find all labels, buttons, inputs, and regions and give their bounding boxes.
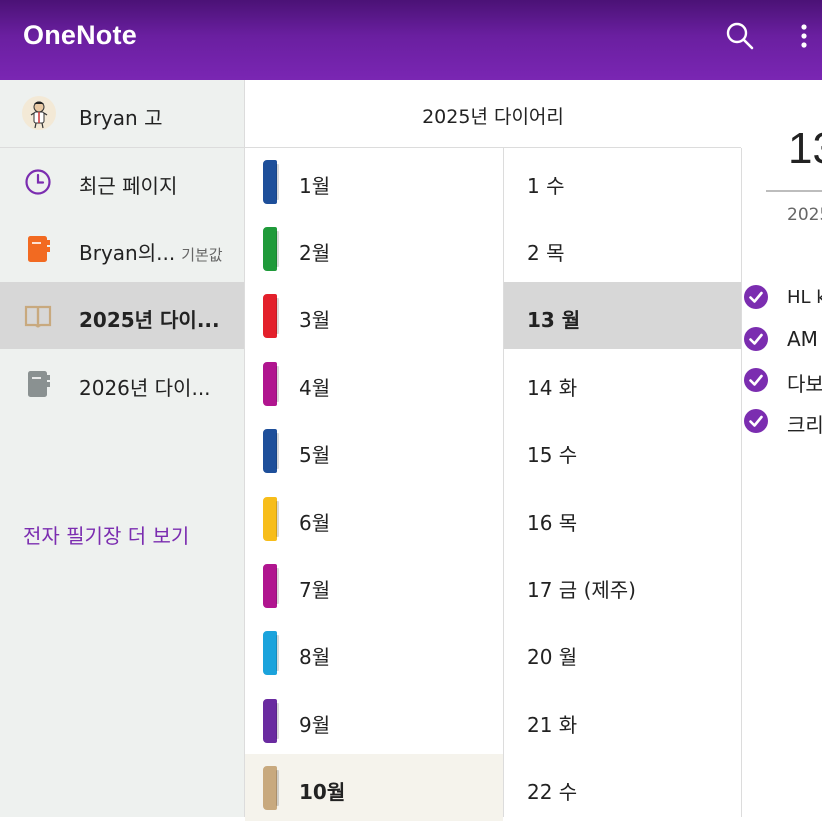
page-item[interactable]: 14 화 (504, 350, 741, 417)
page-item[interactable]: 1 수 (504, 148, 741, 215)
default-badge: 기본값 (181, 246, 223, 264)
section-item[interactable]: 1월 (245, 148, 503, 215)
nav-item-2025-diary[interactable]: 2025년 다이... (0, 282, 244, 349)
todo-item[interactable]: 크리 (742, 407, 822, 437)
page-item[interactable]: 21 화 (504, 687, 741, 754)
section-list: 1월 2월 3월 4월 5월 6월 7월 8월 9월 10월 (245, 148, 504, 821)
user-name: Bryan 고 (79, 106, 163, 130)
notebook-name: Bryan의... (79, 241, 176, 265)
section-label: 3월 (299, 308, 331, 332)
app-title: OneNote (23, 20, 137, 50)
nav-item-label: 최근 페이지 (79, 174, 178, 198)
section-item-selected[interactable]: 10월 (245, 754, 503, 821)
section-item[interactable]: 4월 (245, 350, 503, 417)
avatar (22, 96, 56, 130)
nav-item-bryan-notebook[interactable]: Bryan의... 기본값 (0, 215, 244, 282)
page-date: 2025 (787, 205, 822, 225)
todo-item[interactable]: HL k (742, 283, 822, 313)
search-button[interactable] (722, 18, 758, 54)
more-vertical-icon (801, 24, 807, 48)
checkmark-icon[interactable] (744, 327, 768, 351)
checkmark-icon[interactable] (744, 285, 768, 309)
page-label: 21 화 (527, 713, 578, 737)
checkmark-icon[interactable] (744, 409, 768, 433)
section-label: 6월 (299, 511, 331, 535)
todo-item[interactable]: AM (742, 325, 822, 355)
section-label: 5월 (299, 443, 331, 467)
page-label: 1 수 (527, 174, 565, 198)
section-tab-icon (263, 564, 279, 608)
nav-item-2026-diary[interactable]: 2026년 다이... (0, 350, 244, 417)
notebook-title: 2025년 다이어리 (422, 106, 564, 128)
todo-text: 크리 (787, 413, 822, 437)
page-label: 13 월 (527, 308, 581, 332)
page-label: 2 목 (527, 241, 565, 265)
section-item[interactable]: 6월 (245, 485, 503, 552)
page-label: 17 금 (제주) (527, 578, 636, 602)
section-tab-icon (263, 294, 279, 338)
title-divider (766, 190, 822, 192)
open-book-icon (24, 301, 52, 331)
section-item[interactable]: 5월 (245, 417, 503, 484)
more-options-button[interactable] (792, 20, 816, 54)
page-list: 1 수 2 목 13 월 14 화 15 수 16 목 17 금 (제주) 20… (504, 148, 742, 817)
todo-text: 다보 (787, 372, 822, 396)
clock-icon (24, 167, 52, 197)
section-tab-icon (263, 429, 279, 473)
app-bar: OneNote (0, 0, 822, 80)
page-content: 13 2025 HL k AM 다보 크리 (742, 80, 822, 817)
page-item[interactable]: 2 목 (504, 215, 741, 282)
more-notebooks-link[interactable]: 전자 필기장 더 보기 (23, 520, 189, 549)
page-label: 14 화 (527, 376, 578, 400)
section-label: 2월 (299, 241, 331, 265)
section-tab-icon (263, 362, 279, 406)
section-item[interactable]: 7월 (245, 552, 503, 619)
nav-item-label: 2025년 다이... (79, 308, 220, 332)
notebook-icon (24, 369, 52, 399)
page-title[interactable]: 13 (788, 124, 822, 174)
section-label: 10월 (299, 780, 346, 804)
section-tab-icon (263, 227, 279, 271)
page-label: 20 월 (527, 645, 578, 669)
section-tab-icon (263, 631, 279, 675)
section-item[interactable]: 3월 (245, 282, 503, 349)
user-account[interactable]: Bryan 고 (0, 80, 244, 148)
nav-item-label: 2026년 다이... (79, 376, 211, 400)
section-label: 8월 (299, 645, 331, 669)
page-item[interactable]: 15 수 (504, 417, 741, 484)
todo-text: AM (787, 327, 818, 351)
page-label: 16 목 (527, 511, 578, 535)
todo-item[interactable]: 다보 (742, 366, 822, 396)
nav-item-recent-pages[interactable]: 최근 페이지 (0, 148, 244, 215)
section-item[interactable]: 8월 (245, 619, 503, 686)
page-item-selected[interactable]: 13 월 (504, 282, 741, 349)
section-tab-icon (263, 766, 279, 810)
section-label: 1월 (299, 174, 331, 198)
section-item[interactable]: 9월 (245, 687, 503, 754)
page-item[interactable]: 17 금 (제주) (504, 552, 741, 619)
notebook-header: 2025년 다이어리 (245, 80, 741, 148)
section-item[interactable]: 2월 (245, 215, 503, 282)
page-item[interactable]: 16 목 (504, 485, 741, 552)
notebook-nav: Bryan 고 최근 페이지 Bryan의... 기본값 2025년 다이...… (0, 80, 245, 817)
page-item[interactable]: 22 수 (504, 754, 741, 821)
section-tab-icon (263, 497, 279, 541)
todo-text: HL k (787, 287, 822, 308)
section-label: 7월 (299, 578, 331, 602)
nav-item-label: Bryan의... 기본값 (79, 237, 223, 266)
checkmark-icon[interactable] (744, 368, 768, 392)
page-label: 15 수 (527, 443, 578, 467)
search-icon (726, 22, 754, 50)
notebook-icon (24, 234, 52, 264)
page-label: 22 수 (527, 780, 578, 804)
section-tab-icon (263, 699, 279, 743)
section-label: 9월 (299, 713, 331, 737)
section-label: 4월 (299, 376, 331, 400)
page-item[interactable]: 20 월 (504, 619, 741, 686)
section-tab-icon (263, 160, 279, 204)
